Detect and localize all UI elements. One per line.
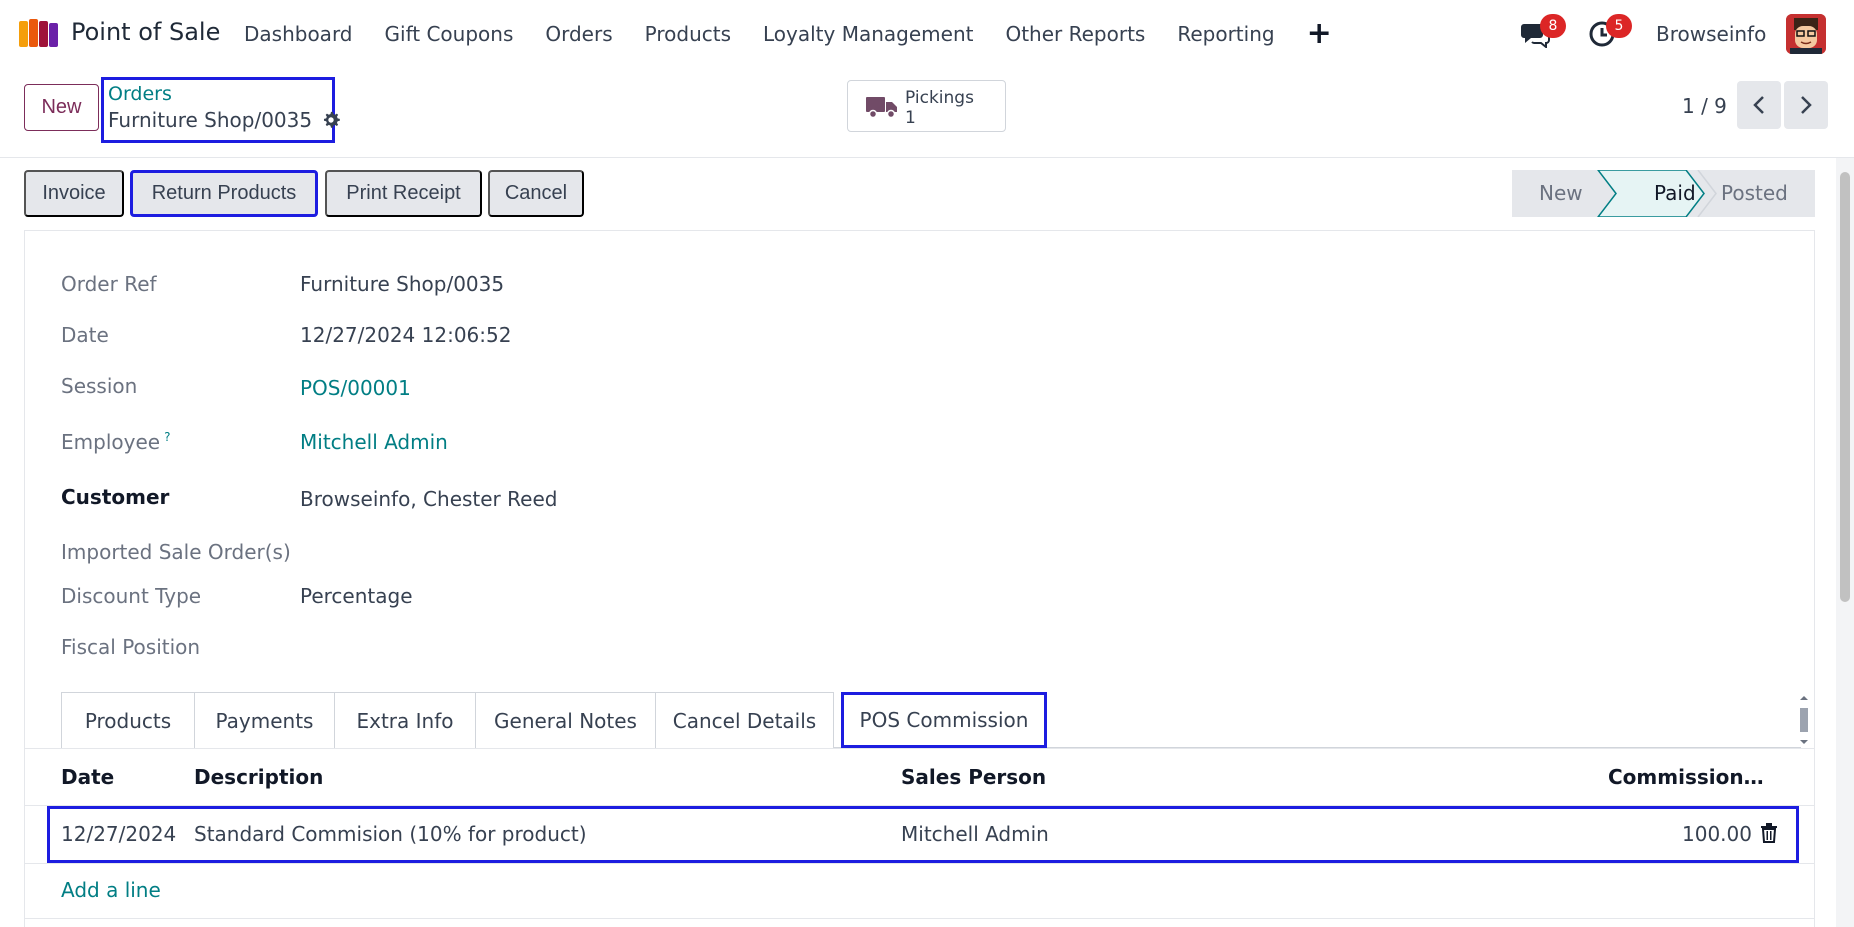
breadcrumb-orders-link[interactable]: Orders	[108, 83, 172, 105]
session-link[interactable]: POS/00001	[300, 376, 411, 400]
col-sales-person[interactable]: Sales Person	[901, 765, 1046, 789]
invoice-button[interactable]: Invoice	[24, 170, 124, 217]
col-date[interactable]: Date	[61, 765, 114, 789]
plus-icon[interactable]: +	[1291, 19, 1348, 49]
menu-products[interactable]: Products	[629, 22, 747, 46]
date-label: Date	[61, 323, 109, 347]
control-panel: New Orders Furniture Shop/0035 Pickings …	[0, 68, 1854, 158]
pager-value[interactable]: 1 / 9	[1682, 94, 1727, 118]
fiscal-position-label: Fiscal Position	[61, 635, 201, 659]
menu-loyalty-management[interactable]: Loyalty Management	[747, 22, 989, 46]
row-divider	[24, 863, 1815, 864]
page-scrollbar-thumb[interactable]	[1840, 172, 1850, 602]
table-top-border	[24, 748, 1815, 749]
employee-help-icon[interactable]: ?	[164, 430, 170, 444]
customer-value[interactable]: Browseinfo, Chester Reed	[300, 487, 557, 511]
return-products-button[interactable]: Return Products	[130, 170, 318, 217]
pickings-count: 1	[905, 108, 916, 128]
col-commission[interactable]: Commission…	[1608, 765, 1764, 789]
row-sales-person[interactable]: Mitchell Admin	[901, 822, 1049, 846]
page-scrollbar[interactable]	[1836, 158, 1854, 927]
pos-app-icon[interactable]	[19, 17, 59, 49]
tab-pos-commission[interactable]: POS Commission	[841, 692, 1047, 748]
status-separator	[1697, 170, 1717, 217]
breadcrumb: Orders Furniture Shop/0035	[101, 77, 341, 143]
status-paid[interactable]: Paid	[1654, 181, 1696, 205]
menu-orders[interactable]: Orders	[529, 22, 628, 46]
chevron-right-icon	[1801, 96, 1812, 114]
row-commission[interactable]: 100.00	[1682, 822, 1752, 846]
pickings-smart-button[interactable]: Pickings 1	[847, 80, 1006, 132]
tabs-scrollbar[interactable]	[1797, 694, 1811, 746]
cancel-button[interactable]: Cancel	[488, 170, 584, 217]
order-ref-value: Furniture Shop/0035	[300, 272, 505, 296]
app-name[interactable]: Point of Sale	[71, 18, 220, 46]
status-bar: New Paid Posted	[1512, 170, 1815, 217]
table-bottom-border	[24, 918, 1815, 919]
tab-payments[interactable]: Payments	[194, 692, 335, 748]
activity-badge: 5	[1606, 14, 1632, 38]
main-menu: Dashboard Gift Coupons Orders Products L…	[228, 0, 1348, 68]
menu-other-reports[interactable]: Other Reports	[989, 22, 1161, 46]
record-name: Furniture Shop/0035	[108, 108, 313, 132]
truck-icon	[866, 97, 897, 119]
top-navbar: Point of Sale Dashboard Gift Coupons Ord…	[0, 0, 1854, 68]
notebook-tabs: Products Payments Extra Info General Not…	[61, 692, 1801, 748]
menu-gift-coupons[interactable]: Gift Coupons	[369, 22, 530, 46]
company-name[interactable]: Browseinfo	[1656, 22, 1766, 46]
tab-extra-info[interactable]: Extra Info	[334, 692, 476, 748]
add-line-link[interactable]: Add a line	[61, 878, 161, 902]
pager-previous-button[interactable]	[1737, 81, 1781, 129]
col-description[interactable]: Description	[194, 765, 323, 789]
breadcrumb-current: Furniture Shop/0035	[108, 108, 341, 132]
row-description[interactable]: Standard Commision (10% for product)	[194, 822, 587, 846]
pager-next-button[interactable]	[1784, 81, 1828, 129]
menu-reporting[interactable]: Reporting	[1161, 22, 1290, 46]
session-label: Session	[61, 374, 138, 398]
employee-label: Employee?	[61, 430, 170, 454]
employee-label-text: Employee	[61, 430, 161, 454]
trash-icon[interactable]	[1760, 823, 1778, 843]
pickings-label: Pickings	[905, 88, 974, 108]
customer-label: Customer	[61, 485, 170, 509]
tab-cancel-details[interactable]: Cancel Details	[655, 692, 834, 748]
user-avatar[interactable]	[1786, 14, 1826, 54]
order-ref-label: Order Ref	[61, 272, 157, 296]
tab-general-notes[interactable]: General Notes	[475, 692, 656, 748]
chevron-left-icon	[1753, 96, 1764, 114]
employee-link[interactable]: Mitchell Admin	[300, 430, 448, 454]
new-button[interactable]: New	[24, 84, 99, 131]
chat-badge: 8	[1540, 14, 1566, 38]
discount-type-value[interactable]: Percentage	[300, 584, 413, 608]
discount-type-label: Discount Type	[61, 584, 202, 608]
imported-sale-orders-label: Imported Sale Order(s)	[61, 540, 291, 564]
gear-icon[interactable]	[322, 111, 341, 129]
date-value: 12/27/2024 12:06:52	[300, 323, 512, 347]
tab-products[interactable]: Products	[61, 692, 195, 748]
status-posted[interactable]: Posted	[1721, 181, 1788, 205]
print-receipt-button[interactable]: Print Receipt	[325, 170, 482, 217]
row-date[interactable]: 12/27/2024	[61, 822, 176, 846]
status-new[interactable]: New	[1539, 181, 1583, 205]
menu-dashboard[interactable]: Dashboard	[228, 22, 369, 46]
